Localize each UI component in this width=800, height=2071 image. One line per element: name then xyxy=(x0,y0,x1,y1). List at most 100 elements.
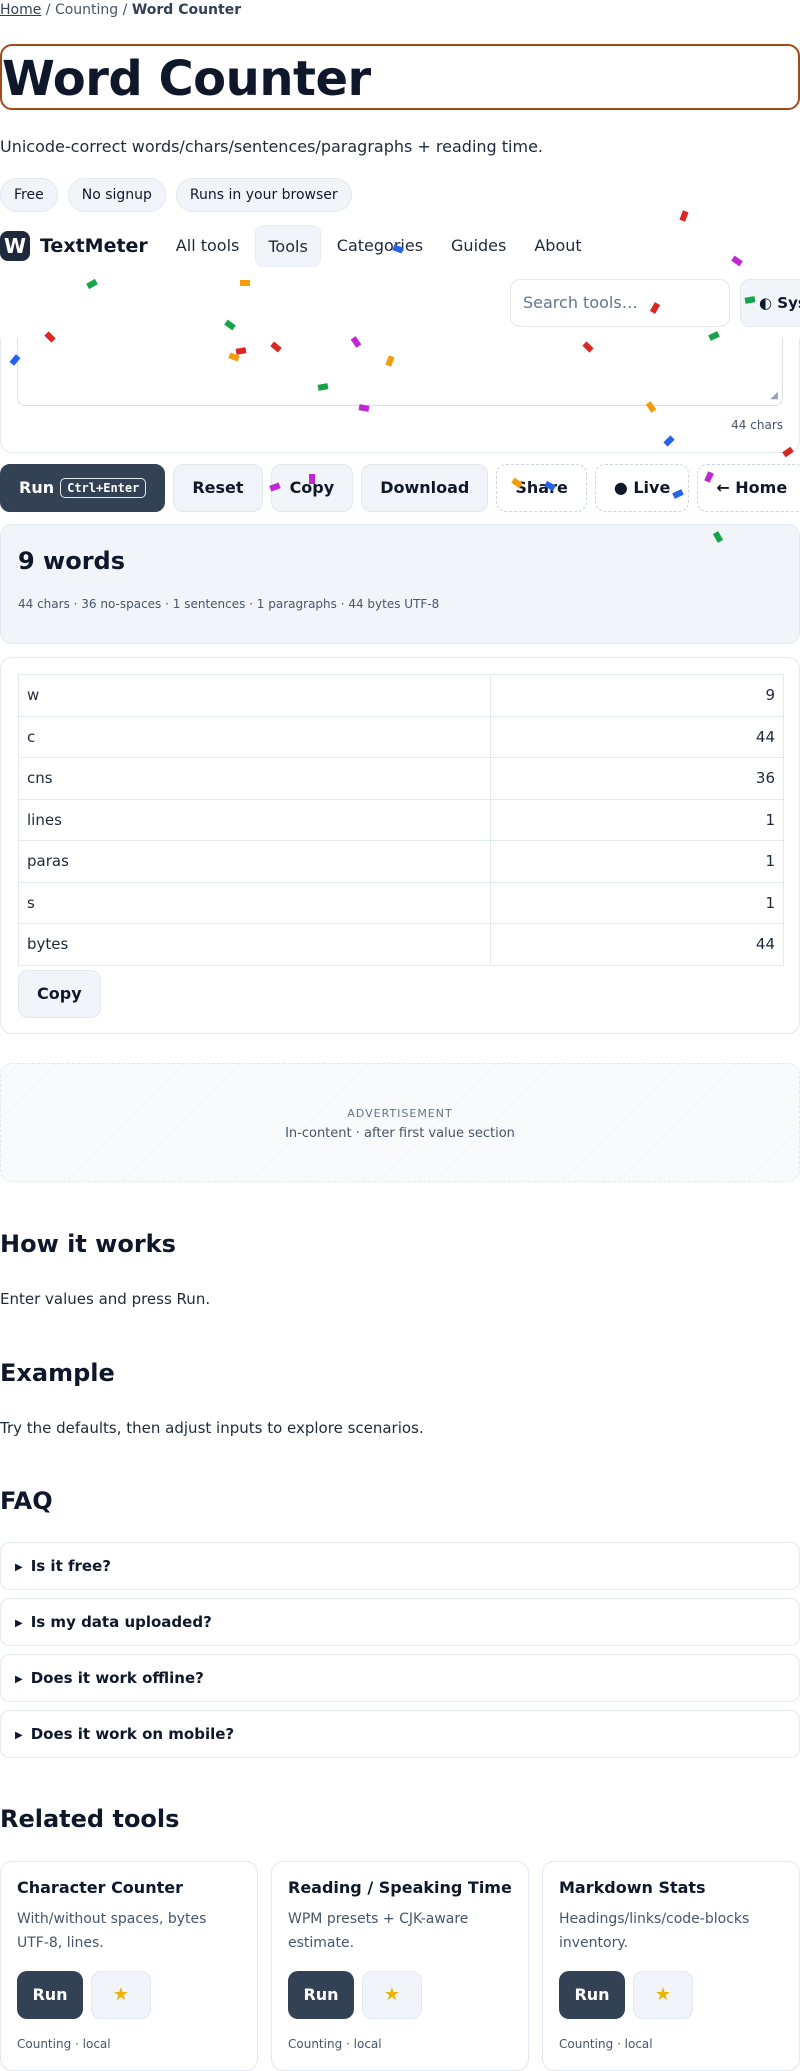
related-run-button[interactable]: Run xyxy=(288,1971,354,2019)
home-button[interactable]: ← Home xyxy=(697,464,800,512)
page-title: Word Counter xyxy=(2,51,371,107)
related-run-button[interactable]: Run xyxy=(559,1971,625,2019)
related-tool-footer: Counting · local xyxy=(17,2037,111,2051)
summary-meta: 44 chars · 36 no-spaces · 1 sentences · … xyxy=(18,597,440,611)
page-subtitle: Unicode-correct words/chars/sentences/pa… xyxy=(0,137,543,156)
page-title-box: Word Counter xyxy=(0,44,800,110)
faq-question: Does it work offline? xyxy=(30,1669,204,1687)
faq-item[interactable]: ▶ Is my data uploaded? xyxy=(0,1598,800,1646)
related-tool-card: Reading / Speaking Time WPM presets + CJ… xyxy=(271,1861,529,2071)
stats-row: w9 xyxy=(18,674,784,717)
related-heading: Related tools xyxy=(0,1805,180,1833)
related-tool-footer: Counting · local xyxy=(288,2037,382,2051)
breadcrumb-current: Word Counter xyxy=(131,2,242,18)
star-icon[interactable]: ★ xyxy=(362,1971,422,2019)
stats-key: paras xyxy=(18,840,491,883)
nav-tools[interactable]: Tools xyxy=(255,225,321,267)
stats-value: 44 xyxy=(490,923,784,966)
download-button[interactable]: Download xyxy=(361,464,489,512)
how-body: Enter values and press Run. xyxy=(0,1290,211,1308)
badge-free: Free xyxy=(0,178,58,212)
example-heading: Example xyxy=(0,1359,115,1387)
related-tool-card: Markdown Stats Headings/links/code-block… xyxy=(542,1861,800,2071)
badge-in-browser: Runs in your browser xyxy=(175,178,352,212)
stats-key: w xyxy=(18,674,491,717)
related-tool-name[interactable]: Character Counter xyxy=(17,1878,241,1897)
breadcrumb-home-link[interactable]: Home xyxy=(0,2,41,18)
stats-key: s xyxy=(18,881,491,924)
confetti-piece xyxy=(86,278,98,290)
stats-value: 44 xyxy=(490,715,784,758)
related-tool-footer: Counting · local xyxy=(559,2037,653,2051)
stats-value: 1 xyxy=(490,881,784,924)
confetti-piece xyxy=(240,280,250,286)
triangle-right-icon: ▶ xyxy=(15,1730,23,1741)
stats-key: lines xyxy=(18,798,491,841)
faq-item[interactable]: ▶ Is it free? xyxy=(0,1542,800,1590)
breadcrumb-category: Counting xyxy=(54,2,119,18)
text-input-area[interactable]: ◢ xyxy=(17,338,783,406)
breadcrumb-separator: / xyxy=(118,2,132,18)
confetti-piece xyxy=(309,474,315,484)
related-tool-desc: WPM presets + CJK-aware estimate. xyxy=(288,1911,469,1951)
word-count-headline: 9 words xyxy=(18,547,126,575)
stats-value: 36 xyxy=(490,757,784,800)
faq-heading: FAQ xyxy=(0,1487,53,1515)
ad-label: ADVERTISEMENT xyxy=(347,1107,453,1120)
stats-key: c xyxy=(18,715,491,758)
triangle-right-icon: ▶ xyxy=(15,1618,23,1629)
nav-about[interactable]: About xyxy=(522,225,593,267)
star-icon[interactable]: ★ xyxy=(633,1971,693,2019)
stats-row: c 44 xyxy=(18,715,784,758)
badge-no-signup: No signup xyxy=(67,178,166,212)
nav-all-tools[interactable]: All tools xyxy=(164,225,252,267)
breadcrumb: Home / Counting / Word Counter xyxy=(0,2,241,18)
related-tool-name[interactable]: Markdown Stats xyxy=(559,1878,783,1897)
example-body: Try the defaults, then adjust inputs to … xyxy=(0,1419,424,1437)
brand-name[interactable]: TextMeter xyxy=(40,235,148,257)
shortcut-badge: Ctrl+Enter xyxy=(60,478,147,498)
stats-row: paras 1 xyxy=(18,840,784,883)
stats-key: cns xyxy=(18,757,491,800)
share-button[interactable]: Share xyxy=(496,464,587,512)
badge-row: Free No signup Runs in your browser xyxy=(0,178,352,212)
copy-stats-button[interactable]: Copy xyxy=(18,970,101,1018)
nav-guides[interactable]: Guides xyxy=(439,225,518,267)
faq-question: Is it free? xyxy=(30,1557,111,1575)
logo-icon[interactable]: W xyxy=(0,231,30,261)
stats-table: w 9 c 44 cns 36 lines 1 paras 1 s 1 bytes 44 xyxy=(18,674,784,966)
stats-row: cns 36 xyxy=(18,757,784,800)
copy-button[interactable]: Copy xyxy=(270,464,354,512)
live-toggle[interactable]: ● Live xyxy=(594,464,690,512)
related-run-button[interactable]: Run xyxy=(17,1971,83,2019)
confetti-piece xyxy=(679,210,689,222)
confetti-piece xyxy=(224,319,236,331)
breadcrumb-separator: / xyxy=(41,2,55,18)
faq-question: Is my data uploaded? xyxy=(30,1613,212,1631)
stats-row: bytes 44 xyxy=(18,923,784,966)
result-summary: 9 words 44 chars · 36 no-spaces · 1 sent… xyxy=(0,524,800,644)
related-tool-desc: Headings/links/code-blocks inventory. xyxy=(559,1911,750,1951)
related-tool-desc: With/without spaces, bytes UTF-8, lines. xyxy=(17,1911,207,1951)
triangle-right-icon: ▶ xyxy=(15,1562,23,1573)
run-button-label: Run xyxy=(19,478,55,497)
faq-question: Does it work on mobile? xyxy=(30,1725,235,1743)
star-icon[interactable]: ★ xyxy=(91,1971,151,2019)
stats-row: lines 1 xyxy=(18,798,784,841)
triangle-right-icon: ▶ xyxy=(15,1674,23,1685)
nav-categories[interactable]: Categories xyxy=(325,225,435,267)
search-input[interactable]: Search tools… xyxy=(510,279,730,327)
run-button[interactable]: Run Ctrl+Enter xyxy=(0,464,166,512)
faq-item[interactable]: ▶ Does it work on mobile? xyxy=(0,1710,800,1758)
editor-card: ◢ 44 chars xyxy=(0,338,800,453)
related-tool-card: Character Counter With/without spaces, b… xyxy=(0,1861,258,2071)
related-tool-name[interactable]: Reading / Speaking Time xyxy=(288,1878,512,1897)
stats-value: 1 xyxy=(490,840,784,883)
stats-card: w 9 c 44 cns 36 lines 1 paras 1 s 1 bytes 44 Copy xyxy=(0,657,800,1034)
action-bar: Run Ctrl+Enter Reset Copy Download Share … xyxy=(0,464,800,512)
stats-value: 1 xyxy=(490,798,784,841)
ad-slot: ADVERTISEMENT In-content · after first v… xyxy=(0,1063,800,1182)
faq-item[interactable]: ▶ Does it work offline? xyxy=(0,1654,800,1702)
resize-handle-icon[interactable]: ◢ xyxy=(770,390,778,401)
reset-button[interactable]: Reset xyxy=(173,464,263,512)
